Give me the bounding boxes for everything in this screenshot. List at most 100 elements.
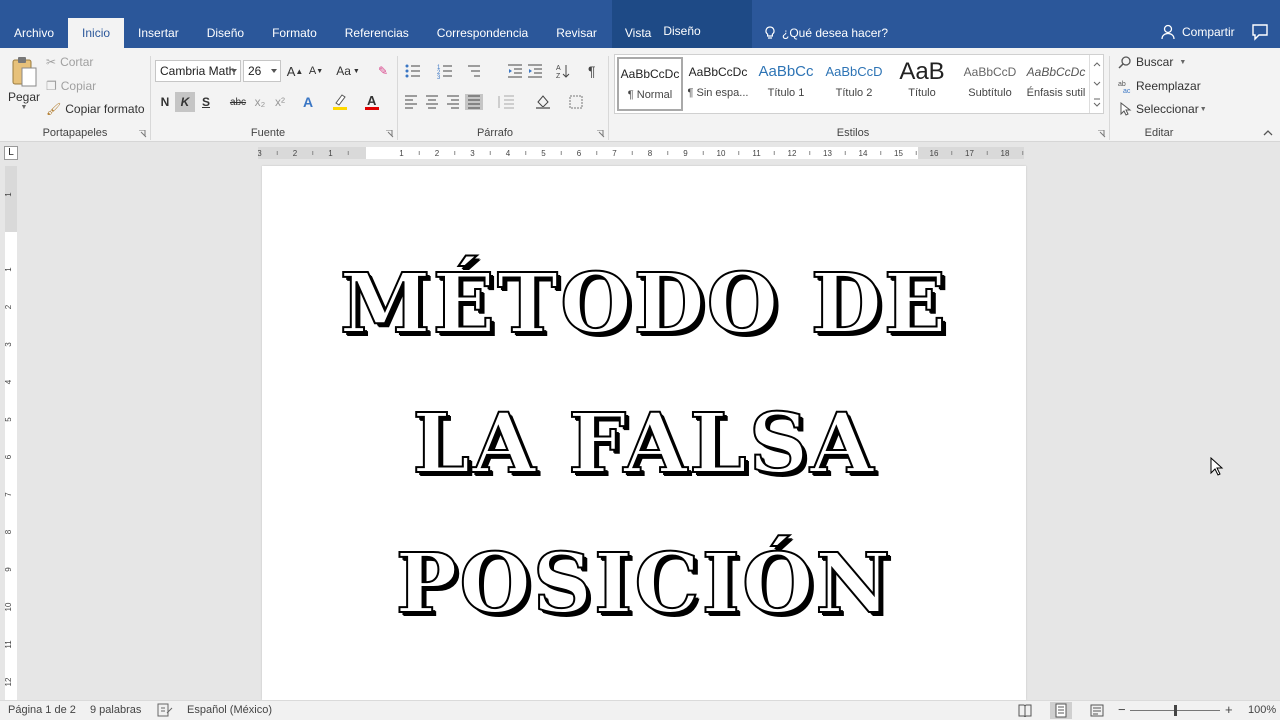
tab-correspondencia[interactable]: Correspondencia <box>423 18 542 48</box>
language[interactable]: Español (México) <box>187 704 272 716</box>
ruler-tick-label: 4 <box>506 149 511 158</box>
borders-icon[interactable] <box>569 95 583 109</box>
tab-insertar[interactable]: Insertar <box>124 18 193 48</box>
italic-button[interactable]: K <box>175 92 195 112</box>
copy-label: Copiar <box>60 79 97 93</box>
ruler-track <box>258 147 1024 159</box>
gallery-scrollbar[interactable] <box>1089 55 1103 113</box>
line-spacing-icon[interactable] <box>498 95 514 109</box>
superscript-button[interactable]: x² <box>270 92 290 112</box>
paste-button[interactable]: Pegar ▼ <box>8 56 40 111</box>
proofing-icon[interactable] <box>157 703 173 717</box>
dialog-launcher-icon[interactable] <box>386 130 394 138</box>
align-center-icon[interactable] <box>426 95 438 109</box>
style-preview: AaBbCcD <box>825 64 883 79</box>
read-mode-icon[interactable] <box>1018 704 1032 717</box>
multilevel-list-icon[interactable] <box>468 65 480 77</box>
tab-formato[interactable]: Formato <box>258 18 331 48</box>
clipboard-icon <box>12 57 37 87</box>
document-page[interactable]: MÉTODO DE LA FALSA POSICIÓN <box>262 166 1026 700</box>
zoom-level[interactable]: 100% <box>1248 704 1276 716</box>
grow-font-icon[interactable]: A ▲ <box>285 61 305 81</box>
zoom-out-icon[interactable]: − <box>1118 702 1126 717</box>
vertical-ruler[interactable]: 1123456789101112 <box>5 166 17 700</box>
underline-button[interactable]: S <box>196 92 216 112</box>
chevron-down-icon: ▼ <box>352 67 360 75</box>
subscript-button[interactable]: x₂ <box>250 92 270 112</box>
tab-diseno[interactable]: Diseño <box>193 18 258 48</box>
tab-vista[interactable]: Vista <box>611 18 665 48</box>
tab-inicio[interactable]: Inicio <box>68 18 125 48</box>
style-name: Énfasis sutil <box>1026 87 1086 99</box>
page-count[interactable]: Página 1 de 2 <box>8 704 76 716</box>
zoom-slider-thumb[interactable] <box>1174 705 1177 716</box>
print-layout-icon[interactable] <box>1050 702 1072 719</box>
share-button[interactable]: Compartir <box>1160 22 1235 42</box>
format-painter-button[interactable]: 🖌 Copiar formato <box>46 102 145 116</box>
bullets-icon[interactable] <box>405 64 421 78</box>
shading-icon[interactable] <box>536 95 550 109</box>
ruler-tick-label: 12 <box>788 149 797 158</box>
svg-text:3: 3 <box>437 75 441 80</box>
tab-selector[interactable]: L <box>4 146 18 160</box>
person-icon <box>1161 24 1175 40</box>
style-subtitle[interactable]: AaBbCcD Subtítulo <box>957 57 1023 111</box>
style-heading-1[interactable]: AaBbCc Título 1 <box>753 57 819 111</box>
style-preview: AaBbCcDc <box>620 67 680 81</box>
comments-icon[interactable] <box>1250 22 1270 42</box>
dialog-launcher-icon[interactable] <box>139 130 147 138</box>
numbering-icon[interactable]: 123 <box>437 65 452 80</box>
shrink-font-icon[interactable]: A ▼ <box>306 61 326 81</box>
align-right-icon[interactable] <box>447 95 459 109</box>
ruler-tick-label: 1 <box>5 192 13 197</box>
paragraph-row-2 <box>405 94 583 110</box>
ruler-tick-label: 8 <box>648 149 653 158</box>
status-bar: Página 1 de 2 9 palabras Español (México… <box>0 700 1280 720</box>
text-effects-icon[interactable]: A <box>298 92 318 112</box>
tab-referencias[interactable]: Referencias <box>331 18 423 48</box>
word-count[interactable]: 9 palabras <box>90 704 141 716</box>
select-button[interactable]: Seleccionar ▼ <box>1118 102 1207 116</box>
highlight-color-button[interactable] <box>330 92 350 112</box>
bold-button[interactable]: N <box>155 92 175 112</box>
strikethrough-button[interactable]: abc <box>228 92 248 112</box>
clear-formatting-icon[interactable]: ✎ <box>373 61 393 81</box>
zoom-in-icon[interactable]: + <box>1225 702 1233 717</box>
show-formatting-icon[interactable]: ¶ <box>588 63 596 79</box>
cut-label: Cortar <box>60 55 94 69</box>
decrease-indent-icon[interactable] <box>508 64 522 78</box>
dialog-launcher-icon[interactable] <box>1098 130 1106 138</box>
title-bar: Diseño Archivo Inicio Insertar Diseño Fo… <box>0 0 1280 48</box>
ruler-tick-label: 16 <box>930 149 939 158</box>
increase-indent-icon[interactable] <box>528 64 542 78</box>
cut-button[interactable]: ✂ Cortar <box>46 55 93 69</box>
ruler-tick-label: 1 <box>328 149 333 158</box>
font-family-select[interactable]: Cambria Math <box>155 60 241 82</box>
ruler-tick-label: 10 <box>717 149 726 158</box>
copy-button[interactable]: ❐ Copiar <box>46 79 96 93</box>
align-left-icon[interactable] <box>405 95 417 109</box>
dialog-launcher-icon[interactable] <box>597 130 605 138</box>
style-no-spacing[interactable]: AaBbCcDc ¶ Sin espa... <box>685 57 751 111</box>
change-case-button[interactable]: Aa ▼ <box>333 61 363 81</box>
tab-revisar[interactable]: Revisar <box>542 18 611 48</box>
horizontal-ruler[interactable]: 3 2 1 1 2 3 4 5 6 7 8 9 10 11 12 13 14 15 16 17 18 <box>258 147 1024 159</box>
style-subtle-emphasis[interactable]: AaBbCcDc Énfasis sutil <box>1023 57 1089 111</box>
gallery-arrows-icon <box>1093 62 1101 107</box>
style-normal[interactable]: AaBbCcDc ¶ Normal <box>617 57 683 111</box>
font-color-button[interactable]: A <box>362 92 382 112</box>
ruler-tick-label: 2 <box>293 149 298 158</box>
sort-icon[interactable]: AZ <box>556 65 570 80</box>
tell-me-search[interactable]: ¿Qué desea hacer? <box>764 24 888 42</box>
style-preview: AaBbCcD <box>963 65 1017 79</box>
collapse-ribbon-icon[interactable] <box>1262 128 1274 138</box>
style-heading-2[interactable]: AaBbCcD Título 2 <box>821 57 887 111</box>
replace-button[interactable]: ab ac Reemplazar <box>1118 79 1201 93</box>
find-label: Buscar <box>1136 55 1174 69</box>
font-size-select[interactable]: 26 <box>243 60 281 82</box>
style-title[interactable]: AaB Título <box>889 57 955 111</box>
find-button[interactable]: Buscar ▼ <box>1118 55 1186 69</box>
web-layout-icon[interactable] <box>1090 704 1104 717</box>
tab-archivo[interactable]: Archivo <box>0 18 68 48</box>
ruler-tick-label: 17 <box>965 149 974 158</box>
